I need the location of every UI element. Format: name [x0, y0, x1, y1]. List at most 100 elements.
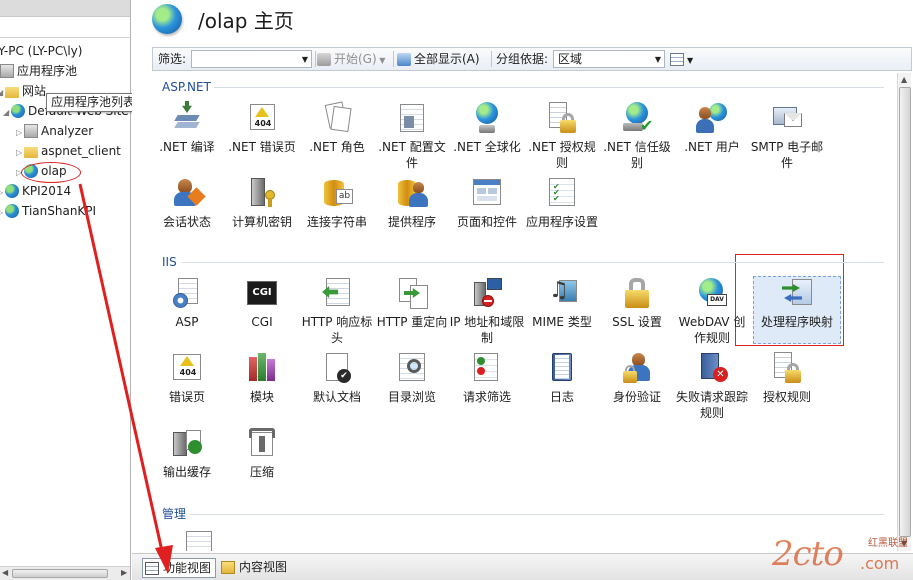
- tree-node-app-pools[interactable]: 应用程序池: [0, 62, 77, 80]
- feature-connection-strings[interactable]: ab 连接字符串: [299, 176, 375, 230]
- start-button[interactable]: 开始(G) ▼: [317, 48, 385, 70]
- feature-modules[interactable]: 模块: [224, 351, 300, 405]
- response-headers-icon: [320, 276, 354, 310]
- feature-label: 请求筛选: [462, 390, 511, 404]
- scroll-up-icon[interactable]: ▲: [901, 75, 907, 84]
- scroll-right-icon[interactable]: ▶: [121, 568, 127, 577]
- error-code-text: 404: [179, 368, 197, 377]
- features-view-icon: [145, 562, 159, 575]
- providers-icon: [395, 176, 429, 210]
- tree-node-kpi2014[interactable]: ▷ KPI2014: [0, 182, 71, 200]
- tree-node-aspnet-client[interactable]: ▷ aspnet_client: [16, 142, 121, 160]
- feature-providers[interactable]: 提供程序: [374, 176, 450, 230]
- scrollbar-thumb[interactable]: [899, 87, 911, 537]
- section-header-management[interactable]: 管理: [162, 506, 186, 522]
- expand-icon[interactable]: ▷: [0, 204, 5, 222]
- tree-horizontal-scrollbar[interactable]: ◀ ▶: [0, 566, 130, 580]
- tree-node-analyzer[interactable]: ▷ Analyzer: [16, 122, 93, 140]
- tab-content-view[interactable]: 内容视图: [219, 558, 291, 578]
- tab-features-view[interactable]: 功能视图: [142, 558, 217, 578]
- feature-net-authorization[interactable]: .NET 授权规则: [524, 101, 600, 171]
- webdav-icon: DAV: [695, 276, 729, 310]
- section-header-aspnet[interactable]: ASP.NET: [162, 79, 211, 95]
- filter-input[interactable]: ▼: [191, 50, 312, 68]
- feature-label: .NET 用户: [684, 140, 740, 154]
- trust-level-icon: ✔: [620, 101, 654, 135]
- sites-folder-icon: [5, 87, 19, 98]
- expand-icon[interactable]: ▷: [16, 144, 24, 162]
- view-mode-button[interactable]: ▼: [670, 48, 693, 70]
- tree-node-tianshan[interactable]: ▷ TianShanKPI: [0, 202, 96, 220]
- feature-ip-domain-restrictions[interactable]: IP 地址和域限制: [449, 276, 525, 346]
- expand-icon[interactable]: ▷: [0, 184, 5, 202]
- connections-tree[interactable]: Y-PC (LY-PC\ly) 应用程序池 ◢网站 ◢Default Web S…: [0, 0, 131, 580]
- feature-directory-browsing[interactable]: 目录浏览: [374, 351, 450, 405]
- feature-pages-controls[interactable]: 页面和控件: [449, 176, 525, 230]
- feature-http-redirect[interactable]: HTTP 重定向: [374, 276, 450, 330]
- feature-authorization-rules[interactable]: 授权规则: [749, 351, 825, 405]
- feature-mime-types[interactable]: ♫ MIME 类型: [524, 276, 600, 330]
- group-by-select[interactable]: 区域 ▼: [553, 50, 665, 68]
- feature-net-roles[interactable]: .NET 角色: [299, 101, 375, 155]
- watermark-domain: .com: [860, 554, 900, 573]
- feature-logging[interactable]: 日志: [524, 351, 600, 405]
- feature-label: HTTP 重定向: [376, 315, 448, 329]
- feature-app-settings[interactable]: ✔ ✔ ✔ 应用程序设置: [524, 176, 600, 230]
- output-caching-icon: [170, 426, 204, 460]
- dropdown-arrow-icon[interactable]: ▼: [655, 51, 661, 68]
- filter-label: 筛选:: [158, 52, 187, 66]
- feature-label: 处理程序映射: [760, 315, 833, 329]
- feature-failed-request-tracing[interactable]: ✕ 失败请求跟踪规则: [674, 351, 750, 421]
- dropdown-arrow-icon[interactable]: ▼: [302, 51, 308, 68]
- feature-compression[interactable]: 压缩: [224, 426, 300, 480]
- tree-node-sites[interactable]: ◢网站: [0, 82, 46, 100]
- folder-icon: [24, 147, 38, 158]
- feature-smtp-email[interactable]: SMTP 电子邮件: [749, 101, 825, 171]
- feature-authentication[interactable]: 身份验证: [599, 351, 675, 405]
- tree-toolbar: [0, 0, 130, 17]
- feature-ssl-settings[interactable]: SSL 设置: [599, 276, 675, 330]
- feature-machine-key[interactable]: 计算机密钥: [224, 176, 300, 230]
- feature-net-trust-levels[interactable]: ✔ .NET 信任级别: [599, 101, 675, 171]
- show-all-button[interactable]: 全部显示(A): [397, 48, 480, 70]
- feature-label: 目录浏览: [387, 390, 436, 404]
- feature-cgi[interactable]: CGI CGI: [224, 276, 300, 330]
- feature-label: MIME 类型: [532, 315, 592, 329]
- feature-error-pages[interactable]: 404 错误页: [152, 351, 225, 405]
- feature-net-error-pages[interactable]: 404 .NET 错误页: [224, 101, 300, 155]
- content-vertical-scrollbar[interactable]: ▲ ▼: [897, 73, 911, 551]
- tab-features-view-label: 功能视图: [163, 561, 212, 575]
- collapse-icon[interactable]: ◢: [3, 104, 11, 122]
- feature-net-compile[interactable]: .NET 编译: [152, 101, 225, 155]
- asp-icon: [170, 276, 204, 310]
- feature-net-users[interactable]: .NET 用户: [674, 101, 750, 155]
- feature-label: CGI: [251, 315, 273, 329]
- feature-label: 输出缓存: [162, 465, 211, 479]
- failed-request-tracing-icon: ✕: [695, 351, 729, 385]
- cgi-icon: CGI: [245, 276, 279, 310]
- feature-default-document[interactable]: ✔ 默认文档: [299, 351, 375, 405]
- scroll-left-icon[interactable]: ◀: [2, 568, 8, 577]
- feature-label: 身份验证: [612, 390, 661, 404]
- feature-label: .NET 全球化: [453, 140, 521, 154]
- feature-webdav-authoring[interactable]: DAV WebDAV 创作规则: [674, 276, 750, 346]
- feature-http-response-headers[interactable]: HTTP 响应标头: [299, 276, 375, 346]
- tree-node-server[interactable]: Y-PC (LY-PC\ly): [0, 42, 82, 60]
- application-icon: [24, 124, 38, 138]
- feature-net-profile[interactable]: .NET 配置文件: [374, 101, 450, 171]
- toolbar-separator: [491, 51, 492, 67]
- feature-request-filtering[interactable]: 请求筛选: [449, 351, 525, 405]
- globalization-icon: [470, 101, 504, 135]
- logging-icon: [545, 351, 579, 385]
- session-state-icon: [170, 176, 206, 210]
- feature-output-caching[interactable]: 输出缓存: [152, 426, 225, 480]
- expand-icon[interactable]: ▷: [16, 124, 24, 142]
- feature-session-state[interactable]: 会话状态: [152, 176, 225, 230]
- scrollbar-thumb[interactable]: [12, 569, 108, 578]
- section-header-iis[interactable]: IIS: [162, 254, 177, 270]
- management-feature-icon[interactable]: [186, 531, 212, 551]
- feature-net-globalization[interactable]: .NET 全球化: [449, 101, 525, 155]
- feature-asp[interactable]: ASP: [152, 276, 225, 330]
- feature-handler-mappings[interactable]: 处理程序映射: [759, 276, 835, 330]
- feature-label: .NET 编译: [159, 140, 215, 154]
